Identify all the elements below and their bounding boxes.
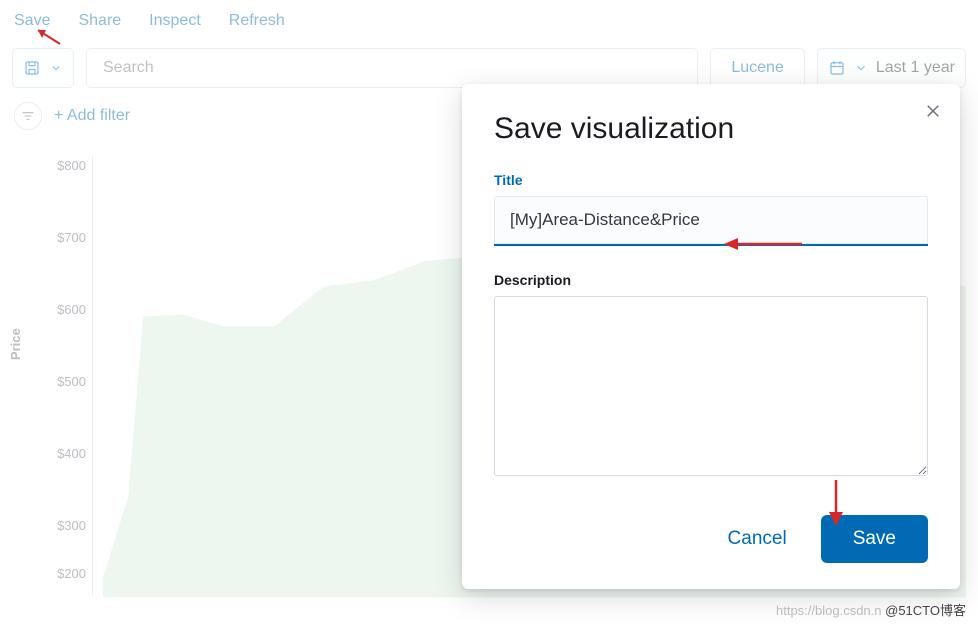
close-button[interactable]	[924, 100, 942, 126]
y-axis-ticks: $800 $700 $600 $500 $400 $300 $200	[42, 146, 86, 606]
y-tick: $600	[42, 302, 86, 317]
chevron-down-icon	[854, 61, 868, 75]
title-field-label: Title	[494, 172, 928, 188]
query-syntax-button[interactable]: Lucene	[710, 48, 805, 88]
save-disk-icon	[23, 59, 41, 77]
description-field-label: Description	[494, 272, 928, 288]
share-link[interactable]: Share	[78, 12, 121, 30]
title-input[interactable]	[494, 196, 928, 246]
watermark-bold: @51CTO博客	[885, 603, 966, 618]
watermark: https://blog.csdn.n @51CTO博客	[776, 600, 966, 619]
close-icon	[924, 102, 942, 120]
modal-actions: Cancel Save	[494, 515, 928, 563]
watermark-faint: https://blog.csdn.n	[776, 603, 882, 618]
y-tick: $800	[42, 158, 86, 173]
search-input[interactable]	[86, 48, 698, 88]
add-filter-button[interactable]: + Add filter	[54, 107, 130, 125]
inspect-link[interactable]: Inspect	[149, 12, 201, 30]
description-textarea[interactable]	[494, 296, 928, 476]
refresh-link[interactable]: Refresh	[229, 12, 285, 30]
y-tick: $200	[42, 566, 86, 581]
save-visualization-modal: Save visualization Title Description Can…	[462, 84, 960, 589]
date-range-label: Last 1 year	[876, 59, 955, 77]
annotation-arrow-save-button	[824, 478, 848, 528]
calendar-icon	[828, 59, 846, 77]
saved-queries-button[interactable]	[12, 48, 74, 88]
y-axis-title: Price	[8, 328, 23, 360]
y-tick: $500	[42, 374, 86, 389]
annotation-arrow-title-input	[720, 232, 806, 256]
y-tick: $700	[42, 230, 86, 245]
top-toolbar: Save Share Inspect Refresh	[0, 0, 978, 42]
annotation-arrow-save-link	[24, 24, 64, 48]
y-tick: $300	[42, 518, 86, 533]
query-bar: Lucene Last 1 year	[0, 48, 978, 88]
y-tick: $400	[42, 446, 86, 461]
cancel-button[interactable]: Cancel	[714, 518, 801, 560]
modal-heading: Save visualization	[494, 112, 928, 146]
chevron-down-icon	[49, 61, 63, 75]
date-range-button[interactable]: Last 1 year	[817, 48, 966, 88]
filter-settings-button[interactable]	[14, 102, 42, 130]
filter-settings-icon	[20, 108, 36, 124]
